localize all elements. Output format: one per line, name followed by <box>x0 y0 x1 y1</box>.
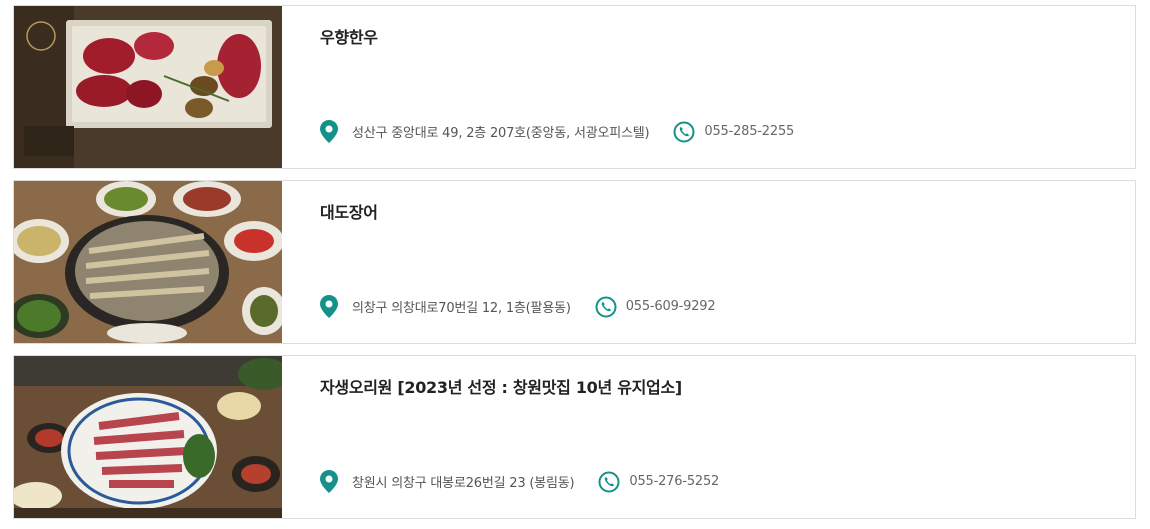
restaurant-info: 대도장어 의창구 의창대로70번길 12, 1층(팔용동) 055-609-92… <box>282 181 1135 343</box>
restaurant-info: 우향한우 성산구 중앙대로 49, 2층 207호(중앙동, 서광오피스텔) 0… <box>282 6 1135 168</box>
restaurant-address: 창원시 의창구 대봉로26번길 23 (봉림동) <box>352 476 575 491</box>
restaurant-photo[interactable] <box>14 356 282 518</box>
phone-icon[interactable] <box>595 296 617 318</box>
restaurant-name[interactable]: 자생오리원 [2023년 선정 : 창원맛집 10년 유지업소] <box>320 374 682 398</box>
restaurant-meta: 창원시 의창구 대봉로26번길 23 (봉림동) 055-276-5252 <box>320 470 719 493</box>
restaurant-card[interactable]: 대도장어 의창구 의창대로70번길 12, 1층(팔용동) 055-609-92… <box>13 180 1136 344</box>
restaurant-photo[interactable] <box>14 181 282 343</box>
restaurant-name[interactable]: 우향한우 <box>320 24 378 48</box>
restaurant-card[interactable]: 자생오리원 [2023년 선정 : 창원맛집 10년 유지업소] 창원시 의창구… <box>13 355 1136 519</box>
restaurant-phone[interactable]: 055-609-9292 <box>626 299 716 314</box>
restaurant-list: 우향한우 성산구 중앙대로 49, 2층 207호(중앙동, 서광오피스텔) 0… <box>0 0 1150 529</box>
restaurant-meta: 성산구 중앙대로 49, 2층 207호(중앙동, 서광오피스텔) 055-28… <box>320 120 794 143</box>
map-pin-icon <box>320 470 338 493</box>
restaurant-address: 성산구 중앙대로 49, 2층 207호(중앙동, 서광오피스텔) <box>352 126 650 141</box>
restaurant-address: 의창구 의창대로70번길 12, 1층(팔용동) <box>352 301 571 316</box>
map-pin-icon <box>320 120 338 143</box>
restaurant-name[interactable]: 대도장어 <box>320 199 378 223</box>
restaurant-card[interactable]: 우향한우 성산구 중앙대로 49, 2층 207호(중앙동, 서광오피스텔) 0… <box>13 5 1136 169</box>
restaurant-info: 자생오리원 [2023년 선정 : 창원맛집 10년 유지업소] 창원시 의창구… <box>282 356 1135 518</box>
map-pin-icon <box>320 295 338 318</box>
phone-icon[interactable] <box>598 471 620 493</box>
restaurant-photo[interactable] <box>14 6 282 168</box>
phone-icon[interactable] <box>673 121 695 143</box>
restaurant-phone[interactable]: 055-285-2255 <box>704 124 794 139</box>
restaurant-meta: 의창구 의창대로70번길 12, 1층(팔용동) 055-609-9292 <box>320 295 716 318</box>
restaurant-phone[interactable]: 055-276-5252 <box>629 474 719 489</box>
